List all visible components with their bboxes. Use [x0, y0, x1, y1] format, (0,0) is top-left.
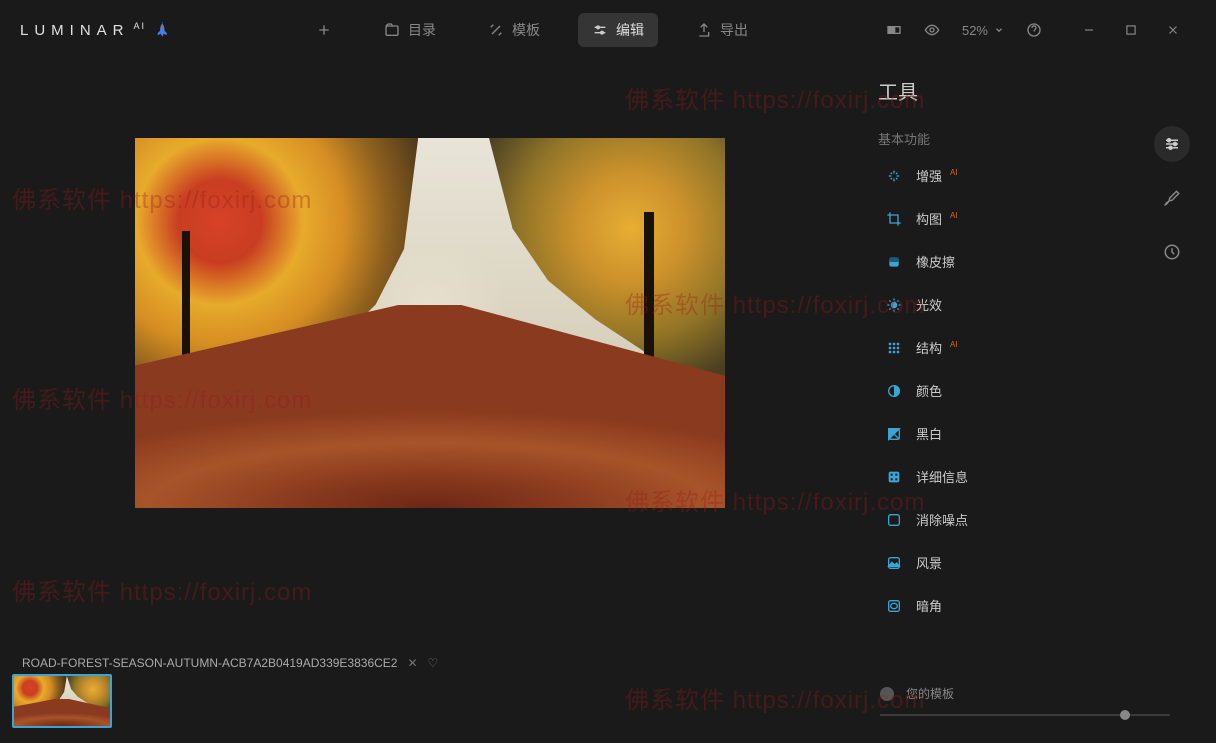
- add-button[interactable]: [302, 15, 346, 45]
- tool-label: 增强: [916, 166, 942, 185]
- nav-edit[interactable]: 编辑: [578, 13, 658, 47]
- panel-title: 工具: [878, 76, 1176, 105]
- tool-label: 光效: [916, 295, 942, 314]
- history-icon: [1163, 243, 1181, 261]
- zoom-value: 52%: [962, 23, 988, 38]
- tool-label: 橡皮擦: [916, 252, 955, 271]
- nav-catalog[interactable]: 目录: [370, 13, 450, 47]
- zoom-control[interactable]: 52%: [962, 23, 1004, 38]
- slider-thumb[interactable]: [1120, 710, 1130, 720]
- favorite-button[interactable]: ♡: [428, 656, 439, 670]
- tool-label: 暗角: [916, 596, 942, 615]
- crop-icon: [886, 211, 902, 227]
- nav-export-label: 导出: [720, 20, 748, 40]
- adjustments-button[interactable]: [1154, 126, 1190, 162]
- tool-item-sparkle[interactable]: 增强 AI: [886, 166, 1176, 185]
- folder-icon: [384, 22, 400, 38]
- ai-badge: AI: [950, 168, 958, 177]
- tool-item-details[interactable]: 详细信息: [886, 467, 1176, 486]
- nav-edit-label: 编辑: [616, 20, 644, 40]
- tool-item-bw[interactable]: 黑白: [886, 424, 1176, 443]
- tool-label: 结构: [916, 338, 942, 357]
- tool-label: 消除噪点: [916, 510, 968, 529]
- brush-button[interactable]: [1154, 180, 1190, 216]
- eye-icon[interactable]: [924, 22, 940, 38]
- section-label: 基本功能: [878, 129, 1176, 148]
- tool-item-crop[interactable]: 构图 AI: [886, 209, 1176, 228]
- color-icon: [886, 383, 902, 399]
- bw-icon: [886, 426, 902, 442]
- structure-icon: [886, 340, 902, 356]
- wand-icon: [488, 22, 504, 38]
- tool-item-color[interactable]: 颜色: [886, 381, 1176, 400]
- right-controls: 52%: [886, 22, 1180, 38]
- denoise-icon: [886, 512, 902, 528]
- nav-templates[interactable]: 模板: [474, 13, 554, 47]
- app-suffix: AI: [134, 21, 147, 31]
- tool-item-landscape[interactable]: 风景: [886, 553, 1176, 572]
- details-icon: [886, 469, 902, 485]
- sliders-icon: [1163, 135, 1181, 153]
- templates-bar: 您的模板: [880, 685, 1170, 716]
- tool-item-vignette[interactable]: 暗角: [886, 596, 1176, 615]
- file-close-button[interactable]: ✕: [407, 656, 417, 670]
- tool-label: 详细信息: [916, 467, 968, 486]
- tool-label: 构图: [916, 209, 942, 228]
- chevron-down-icon: [994, 25, 1004, 35]
- right-rail: [1154, 126, 1190, 270]
- ai-badge: AI: [950, 340, 958, 349]
- brush-icon: [1163, 189, 1181, 207]
- tool-label: 风景: [916, 553, 942, 572]
- app-name: LUMINAR: [20, 22, 130, 39]
- close-button[interactable]: [1166, 23, 1180, 37]
- eraser-icon: [886, 254, 902, 270]
- nav-templates-label: 模板: [512, 20, 540, 40]
- minimize-button[interactable]: [1082, 23, 1096, 37]
- template-knob[interactable]: [880, 687, 894, 701]
- main-nav: 目录 模板 编辑 导出: [302, 13, 762, 47]
- thumbnail[interactable]: [12, 674, 112, 728]
- sparkle-icon: [886, 168, 902, 184]
- tool-label: 颜色: [916, 381, 942, 400]
- file-info: ROAD-FOREST-SEASON-AUTUMN-ACB7A2B0419AD3…: [22, 656, 438, 670]
- sliders-icon: [592, 22, 608, 38]
- export-icon: [696, 22, 712, 38]
- compare-icon[interactable]: [886, 22, 902, 38]
- nav-catalog-label: 目录: [408, 20, 436, 40]
- vignette-icon: [886, 598, 902, 614]
- tool-item-eraser[interactable]: 橡皮擦: [886, 252, 1176, 271]
- tool-item-structure[interactable]: 结构 AI: [886, 338, 1176, 357]
- maximize-button[interactable]: [1124, 23, 1138, 37]
- landscape-icon: [886, 555, 902, 571]
- canvas-area: ROAD-FOREST-SEASON-AUTUMN-ACB7A2B0419AD3…: [0, 60, 860, 736]
- nav-export[interactable]: 导出: [682, 13, 762, 47]
- rocket-icon: [154, 21, 172, 39]
- templates-label: 您的模板: [906, 685, 954, 702]
- template-slider[interactable]: [880, 714, 1170, 716]
- tools-panel: 工具 基本功能 增强 AI 构图 AI 橡皮擦光效结构 AI 颜色黑白详细信息消除噪点风景暗…: [860, 60, 1200, 736]
- tool-item-denoise[interactable]: 消除噪点: [886, 510, 1176, 529]
- top-bar: LUMINAR AI 目录 模板 编辑 导出: [0, 0, 1200, 60]
- light-icon: [886, 297, 902, 313]
- tool-label: 黑白: [916, 424, 942, 443]
- file-name: ROAD-FOREST-SEASON-AUTUMN-ACB7A2B0419AD3…: [22, 656, 397, 670]
- tool-item-light[interactable]: 光效: [886, 295, 1176, 314]
- ai-badge: AI: [950, 211, 958, 220]
- filmstrip: [12, 674, 112, 728]
- history-button[interactable]: [1154, 234, 1190, 270]
- help-icon[interactable]: [1026, 22, 1042, 38]
- app-logo: LUMINAR AI: [20, 21, 172, 39]
- photo-preview[interactable]: [135, 138, 725, 508]
- plus-icon: [316, 22, 332, 38]
